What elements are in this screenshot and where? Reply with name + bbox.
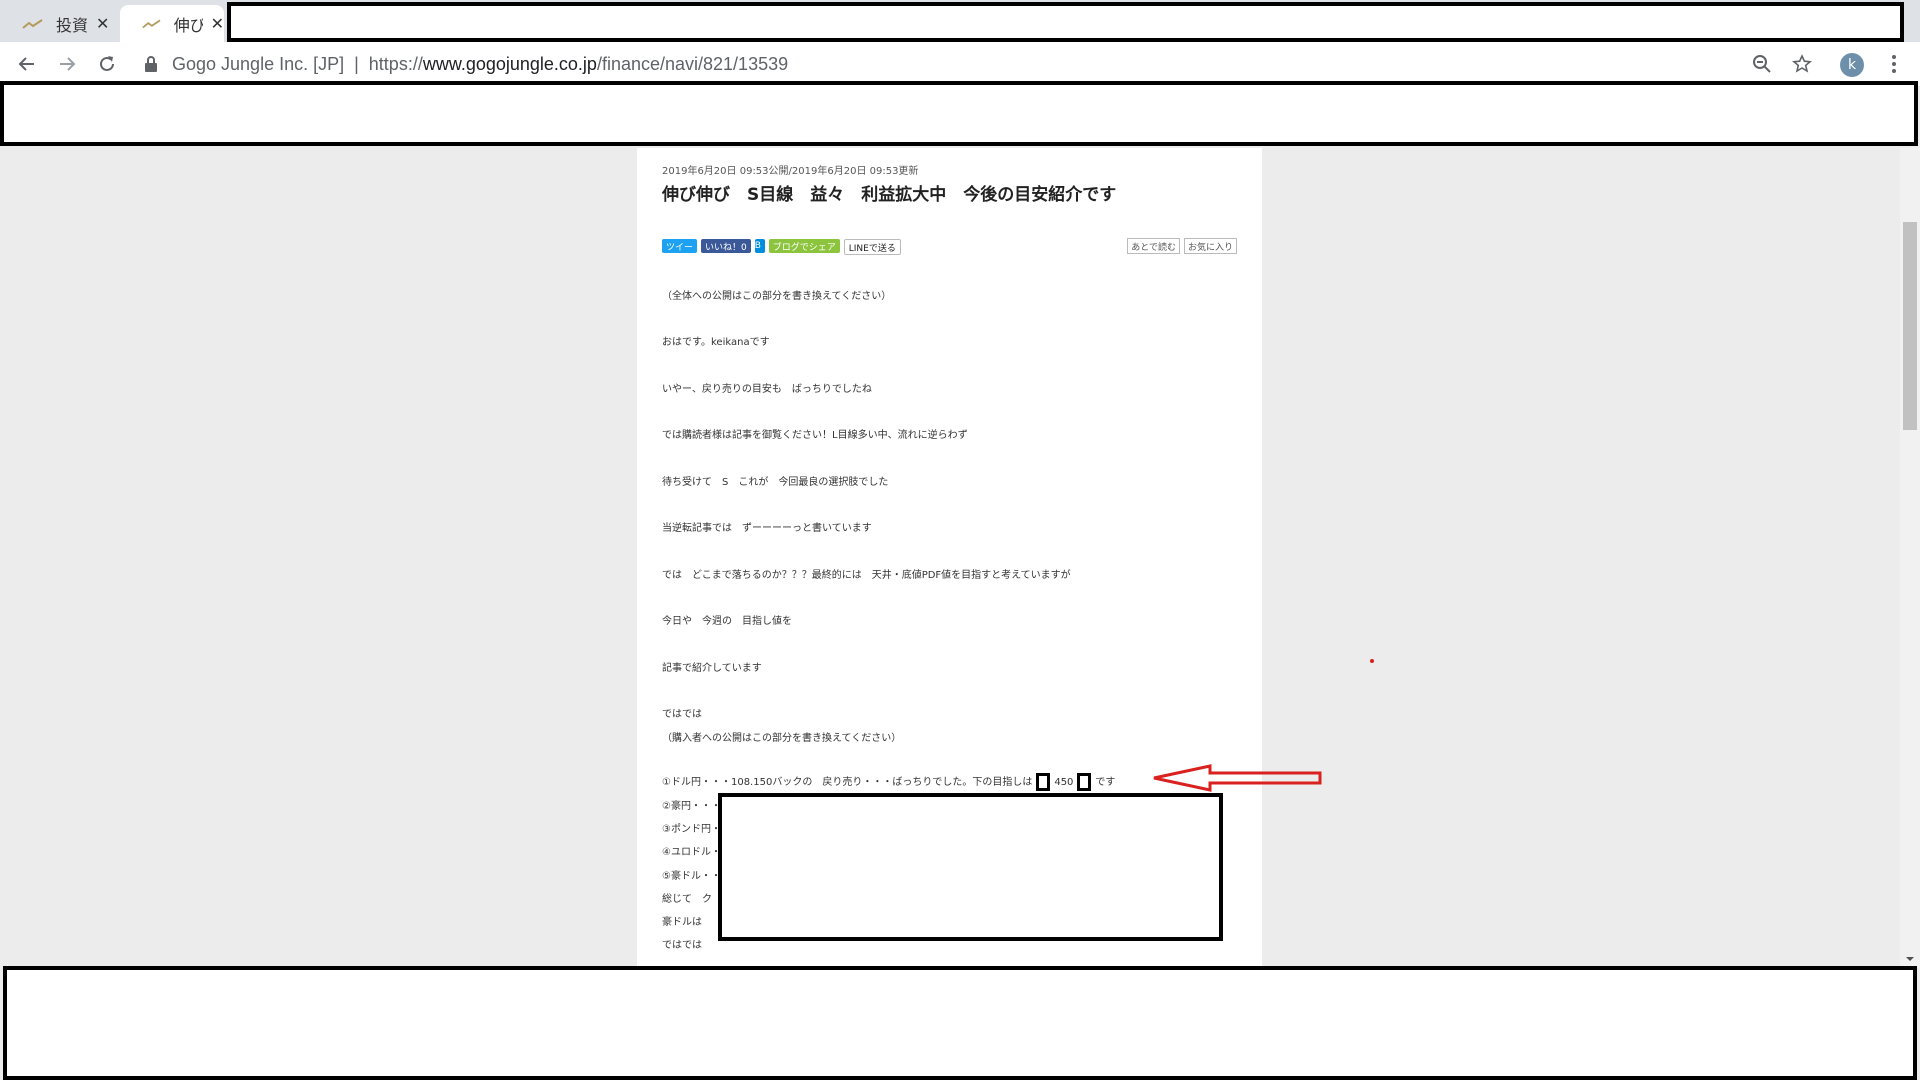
list-item: 豪ドルは — [662, 917, 712, 928]
annotation-arrow-icon — [1153, 764, 1322, 792]
redaction-box-bottom — [3, 966, 1917, 1080]
article-title: 伸び伸び S目線 益々 利益拡大中 今後の目安紹介です — [662, 185, 1117, 205]
redaction-box-tabs — [227, 2, 1904, 42]
redaction-marker — [1036, 773, 1051, 791]
url-scheme: https:// — [368, 53, 423, 74]
url-separator: | — [354, 53, 359, 74]
paragraph: では購読者様は記事を御覧ください！L目線多い中、流れに逆らわず — [662, 430, 968, 441]
list-item: ②豪円・・・ — [662, 801, 721, 812]
paragraph: 記事で紹介しています — [662, 663, 762, 674]
redaction-box-bookmarks — [0, 81, 1918, 146]
list-item: ⑤豪ドル・・ — [662, 871, 721, 882]
hatena-label: B — [754, 241, 761, 251]
tab-1-title: 投資 — [56, 15, 88, 35]
like-label: いいね！0 — [705, 242, 747, 253]
kebab-menu-icon — [1892, 55, 1896, 73]
scroll-down-icon[interactable] — [1904, 955, 1916, 963]
list-item-suffix: です — [1095, 777, 1116, 788]
hatena-button[interactable]: B — [754, 239, 765, 253]
back-button[interactable] — [13, 50, 41, 78]
site-favicon-icon — [22, 18, 43, 29]
paragraph: （購入者への公開はこの部分を書き換えてください） — [662, 733, 902, 744]
paragraph: 今日や 今週の 目指し値を — [662, 616, 792, 627]
tab-1-close-icon[interactable]: ✕ — [96, 14, 109, 33]
tweet-label: ツイー — [666, 242, 694, 253]
url-path: /finance/navi/821/13539 — [596, 53, 789, 74]
blog-share-label: ブログでシェア — [772, 242, 836, 253]
reload-button[interactable] — [93, 50, 121, 78]
zoom-out-icon — [1753, 55, 1771, 73]
paragraph: 待ち受けて S これが 今回最良の選択肢でした — [662, 477, 889, 488]
share-buttons: ツイー いいね！0 B ブログでシェア LINEで送る — [662, 239, 901, 255]
zoom-button[interactable] — [1748, 50, 1776, 78]
bookmark-button[interactable] — [1788, 50, 1816, 78]
list-item-usdjpy: ①ドル円・・・108.150バックの 戻り売り・・・ばっちりでした。下の目指しは… — [662, 773, 1115, 791]
forward-button[interactable] — [53, 50, 81, 78]
list-item: ④ユロドル・ — [662, 847, 721, 858]
list-item-text: ①ドル円・・・108.150バックの 戻り売り・・・ばっちりでした。下の目指しは — [662, 777, 1033, 788]
site-favicon-icon — [142, 19, 161, 28]
paragraph: おはです。keikanaです — [662, 337, 770, 348]
paragraph: 当逆転記事では ずーーーーっと書いています — [662, 523, 872, 534]
target-value: 450 — [1054, 777, 1074, 788]
tab-2[interactable]: 伸び ✕ — [120, 5, 224, 42]
paragraph: では どこまで落ちるのか？？？最終的には 天井・底値PDF値を目指すと考えていま… — [662, 570, 1071, 581]
like-button[interactable]: いいね！0 — [701, 239, 751, 253]
favorite-button[interactable]: お気に入り — [1183, 238, 1237, 254]
favorite-label: お気に入り — [1187, 242, 1233, 253]
forward-arrow-icon — [60, 57, 76, 71]
tab-2-title: 伸び — [173, 15, 203, 35]
paragraph: （全体への公開はこの部分を書き換えてください） — [662, 291, 892, 302]
read-later-button[interactable]: あとで読む — [1127, 238, 1180, 254]
address-bar[interactable]: Gogo Jungle Inc. [JP] | https:// www.gog… — [144, 48, 1784, 80]
star-icon — [1792, 54, 1812, 73]
back-arrow-icon — [18, 57, 34, 71]
redaction-marker — [1077, 773, 1092, 791]
tab-2-close-icon[interactable]: ✕ — [211, 14, 224, 33]
paragraph: ではでは — [662, 709, 702, 720]
blog-share-button[interactable]: ブログでシェア — [768, 239, 840, 253]
scrollbar-thumb[interactable] — [1903, 222, 1917, 430]
browser-toolbar: Gogo Jungle Inc. [JP] | https:// www.gog… — [0, 42, 1920, 86]
url-host: www.gogojungle.co.jp — [422, 53, 597, 74]
menu-button[interactable] — [1880, 50, 1908, 78]
profile-avatar[interactable]: k — [1840, 53, 1864, 77]
list-item: ではでは — [662, 940, 702, 951]
tweet-button[interactable]: ツイー — [662, 239, 698, 253]
paragraph: いやー、戻り売りの目安も ばっちりでしたね — [662, 384, 872, 395]
red-dot-marker — [1370, 659, 1374, 663]
reload-icon — [100, 56, 114, 71]
redaction-box-content — [718, 793, 1223, 941]
line-share-button[interactable]: LINEで送る — [843, 239, 901, 255]
save-buttons: あとで読む お気に入り — [1127, 238, 1237, 254]
article-date: 2019年6月20日 09:53公開/2019年6月20日 09:53更新 — [662, 166, 919, 177]
line-share-label: LINEで送る — [848, 243, 896, 254]
list-item: ③ポンド円・ — [662, 824, 721, 835]
read-later-label: あとで読む — [1131, 242, 1176, 253]
list-item: 総じて ク — [662, 894, 712, 905]
site-identity: Gogo Jungle Inc. [JP] — [172, 53, 345, 74]
tab-1[interactable]: 投資 ✕ — [0, 5, 120, 42]
lock-icon — [145, 56, 157, 72]
